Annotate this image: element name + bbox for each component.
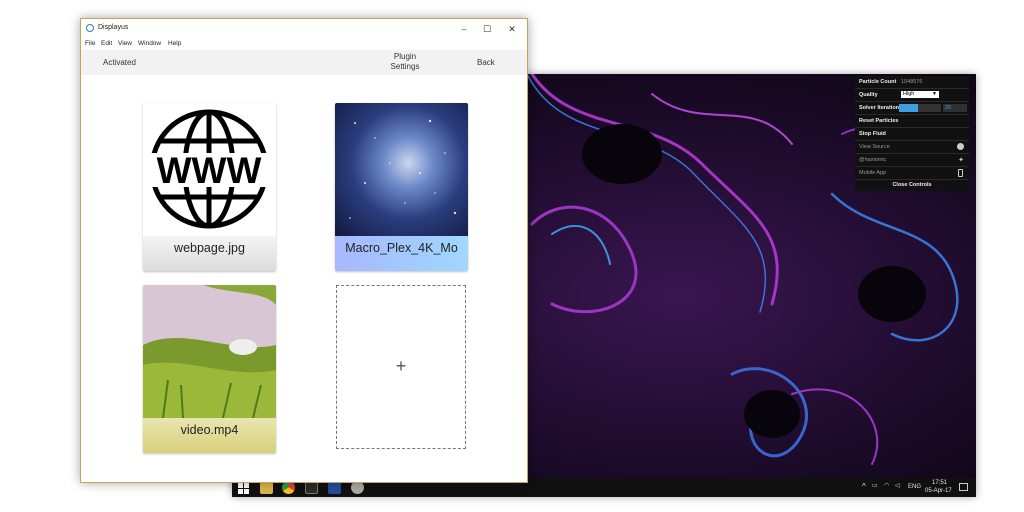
solver-iterations-label: Solver Iterations: [859, 105, 903, 111]
solver-iterations-slider-fill: [899, 104, 918, 112]
clock-date[interactable]: 05-Apr-17: [925, 488, 952, 495]
solver-iterations-slider[interactable]: [899, 104, 941, 112]
stop-fluid-label: Stop Fluid: [859, 131, 886, 137]
particle-count-label: Particle Count: [859, 79, 897, 85]
menu-view[interactable]: View: [118, 40, 132, 47]
toolbar: Activated Plugin Settings Back: [81, 50, 527, 75]
chevron-up-icon[interactable]: ^: [862, 483, 866, 491]
svg-text:WWW: WWW: [157, 150, 262, 191]
view-source-label: View Source: [859, 144, 890, 150]
particle-count-row: Particle Count 1048576: [855, 76, 969, 89]
solver-iterations-input[interactable]: 20: [943, 104, 967, 112]
app-icon: [86, 24, 94, 32]
battery-icon[interactable]: ▭: [872, 483, 878, 490]
displayus-window: Displayus – ☐ ✕ File Edit View Window He…: [80, 18, 528, 483]
close-controls-label: Close Controls: [892, 182, 932, 188]
reset-particles-button[interactable]: Reset Particles: [855, 115, 969, 128]
twitter-link[interactable]: @haxiomic ✦: [855, 154, 969, 167]
media-card-video[interactable]: video.mp4: [143, 285, 276, 453]
plugin-settings-button[interactable]: Plugin Settings: [385, 52, 425, 72]
language-indicator[interactable]: ENG: [908, 484, 921, 491]
notifications-icon[interactable]: [959, 483, 968, 491]
nebula-image: [335, 103, 468, 236]
plugin-settings-label-line1: Plugin: [393, 52, 417, 61]
minimize-button[interactable]: –: [457, 22, 471, 36]
menu-help[interactable]: Help: [168, 40, 181, 47]
activated-button[interactable]: Activated: [103, 58, 136, 68]
view-source-link[interactable]: View Source: [855, 141, 969, 154]
media-card-caption: video.mp4: [143, 418, 276, 453]
mobile-app-link[interactable]: Mobile App: [855, 167, 969, 180]
media-card-nebula[interactable]: Macro_Plex_4K_Mo: [335, 103, 468, 271]
mobile-app-label: Mobile App: [859, 170, 887, 176]
volume-icon[interactable]: ◁: [895, 483, 900, 490]
twitter-icon: ✦: [958, 157, 964, 164]
particle-count-value: 1048576: [901, 79, 923, 85]
wifi-icon[interactable]: ◠: [884, 483, 889, 490]
plugin-settings-label-line2: Settings: [390, 62, 420, 71]
close-button[interactable]: ✕: [505, 22, 519, 36]
add-media-button[interactable]: +: [336, 285, 466, 449]
menu-edit[interactable]: Edit: [101, 40, 112, 47]
github-icon: [957, 143, 964, 150]
media-card-caption: Macro_Plex_4K_Mo: [335, 236, 468, 271]
reset-particles-label: Reset Particles: [859, 118, 899, 124]
quality-select[interactable]: High ▼: [901, 91, 939, 98]
stop-fluid-button[interactable]: Stop Fluid: [855, 128, 969, 141]
clock-time[interactable]: 17:51: [932, 480, 947, 487]
menu-window[interactable]: Window: [138, 40, 161, 47]
quality-label: Quality: [859, 92, 878, 98]
window-title: Displayus: [98, 24, 129, 31]
close-controls-button[interactable]: Close Controls: [855, 180, 969, 191]
phone-icon: [958, 169, 963, 177]
fluid-controls-panel: Particle Count 1048576 Quality High ▼ So…: [855, 76, 969, 191]
media-card-webpage[interactable]: WWW webpage.jpg: [143, 103, 276, 271]
maximize-button[interactable]: ☐: [480, 22, 494, 36]
plus-icon: +: [395, 356, 407, 376]
title-bar[interactable]: Displayus – ☐ ✕: [81, 19, 527, 39]
media-card-caption: webpage.jpg: [143, 236, 276, 271]
solver-iterations-value: 20: [945, 105, 952, 111]
media-grid: WWW webpage.jpg Macro_Plex_4K_Mo video.m…: [81, 75, 527, 482]
back-button[interactable]: Back: [477, 58, 495, 68]
solver-iterations-row: Solver Iterations 20: [855, 102, 969, 115]
quality-row: Quality High ▼: [855, 89, 969, 102]
menu-file[interactable]: File: [85, 40, 95, 47]
www-globe-icon: WWW: [143, 103, 276, 236]
stream-landscape-image: [143, 285, 276, 418]
dropdown-arrow-icon: ▼: [932, 91, 937, 97]
quality-value: High: [903, 91, 915, 97]
twitter-label: @haxiomic: [859, 157, 887, 163]
menu-bar: File Edit View Window Help: [81, 39, 527, 50]
